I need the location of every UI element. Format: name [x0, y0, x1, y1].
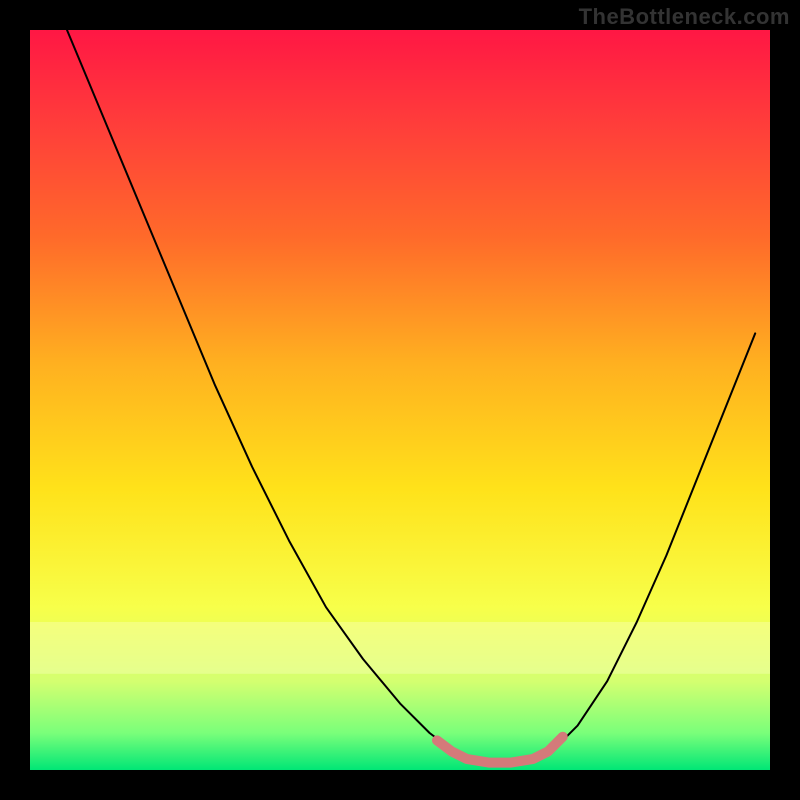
plot-area [30, 30, 770, 770]
chart-svg [30, 30, 770, 770]
watermark-text: TheBottleneck.com [579, 4, 790, 30]
chart-container: TheBottleneck.com [0, 0, 800, 800]
pale-band [30, 622, 770, 674]
